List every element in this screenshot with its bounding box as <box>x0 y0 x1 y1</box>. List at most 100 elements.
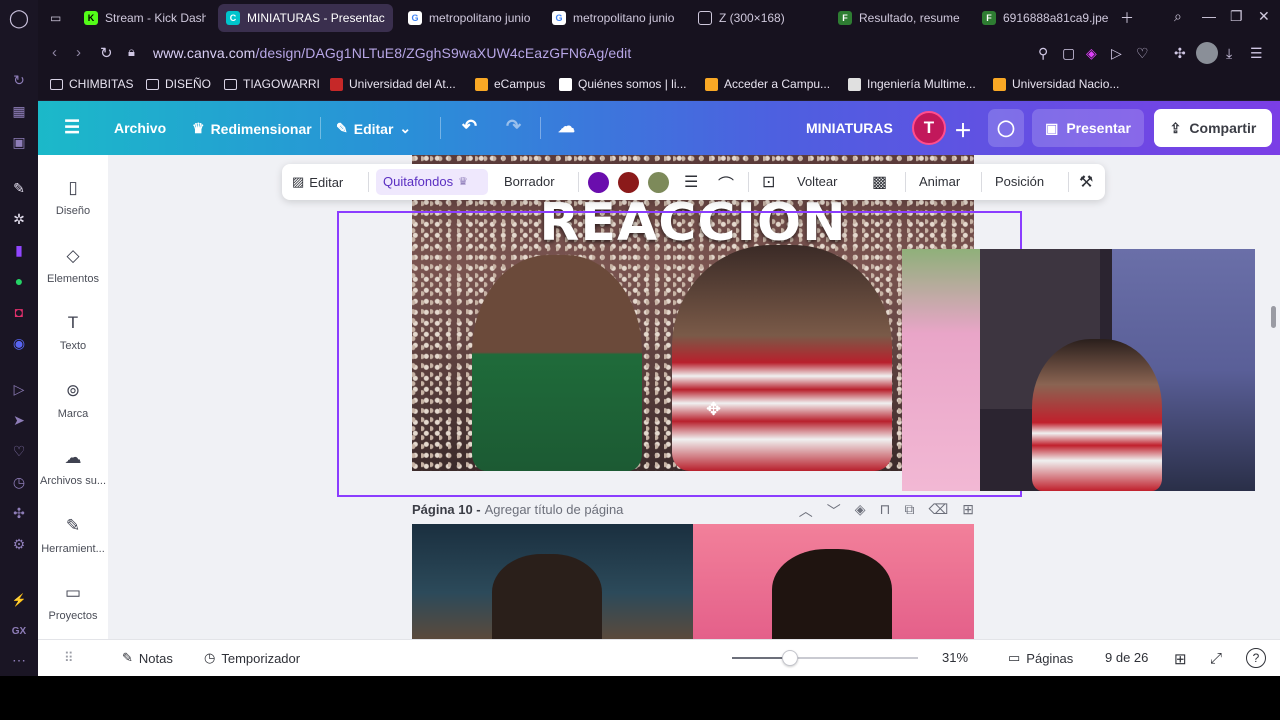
avatar[interactable]: T <box>912 111 946 145</box>
tab-fm-2[interactable]: F 6916888a81ca9.jpe <box>974 4 1114 32</box>
cloud-saved-icon[interactable]: ☁ <box>558 117 575 137</box>
side-item-herramientas[interactable]: ✎ Herramient... <box>38 515 108 555</box>
comment-button[interactable]: ◯ <box>988 109 1024 147</box>
page-title-input[interactable]: Agregar título de página <box>485 502 624 517</box>
transparency-icon[interactable]: ▩ <box>872 172 887 192</box>
side-item-texto[interactable]: T Texto <box>38 312 108 352</box>
editar-menu-button[interactable]: ✎ Editar ⌄ <box>336 120 411 137</box>
tab-menu-icon[interactable]: ▭ <box>42 4 68 32</box>
chevron-down-icon[interactable]: ﹀ <box>827 501 841 521</box>
close-icon[interactable]: ✕ <box>1258 8 1270 25</box>
zoom-slider[interactable] <box>732 650 918 666</box>
send-icon[interactable]: ➤ <box>9 410 29 430</box>
trash-icon[interactable]: ⌫ <box>928 501 948 521</box>
bookmark-link[interactable]: Universidad Nacio... <box>993 77 1119 91</box>
grid-view-icon[interactable]: ⠿ <box>64 650 74 666</box>
history-icon[interactable]: ↻ <box>9 70 29 90</box>
opera-logo-icon[interactable]: ◯ <box>9 8 29 28</box>
posicion-button[interactable]: Posición <box>995 174 1044 189</box>
grid-icon[interactable]: ⊞ <box>1174 650 1187 668</box>
gx-corner-icon[interactable]: ⚡ <box>9 590 29 610</box>
color-swatch-purple[interactable] <box>588 172 609 193</box>
compartir-button[interactable]: ⇪ Compartir <box>1154 109 1272 147</box>
editar-image-button[interactable]: ▨ Editar <box>292 174 343 190</box>
archivo-button[interactable]: Archivo <box>114 120 166 136</box>
heart-icon[interactable]: ♡ <box>9 441 29 461</box>
bookmark-link[interactable]: Ingeniería Multime... <box>848 77 976 91</box>
menu-icon[interactable]: ☰ <box>1250 45 1263 62</box>
add-page-icon[interactable]: ⊞ <box>962 501 974 521</box>
more-icon[interactable]: ⋯ <box>9 650 29 670</box>
vpn-icon[interactable]: ◈ <box>1086 45 1097 62</box>
gx-icon[interactable]: GX <box>9 621 29 641</box>
tab-image[interactable]: Z (300×168) <box>690 4 830 32</box>
tab-kick[interactable]: K Stream - Kick Dash <box>76 4 206 32</box>
hamburger-icon[interactable]: ☰ <box>64 117 80 138</box>
tab-canva[interactable]: C MINIATURAS - Presentac <box>218 4 393 32</box>
color-swatch-red[interactable] <box>618 172 639 193</box>
clock-icon[interactable]: ◷ <box>9 472 29 492</box>
bookmark-link[interactable]: Universidad del At... <box>330 77 456 91</box>
notas-button[interactable]: ✎ Notas <box>122 650 173 666</box>
pinboard-icon[interactable]: ✎ <box>9 178 29 198</box>
url-field[interactable]: www.canva.com/design/DAGg1NLTuE8/ZGghS9w… <box>153 45 631 61</box>
voltear-button[interactable]: Voltear <box>797 174 837 189</box>
design-title[interactable]: MINIATURAS <box>806 120 893 136</box>
chatgpt-icon[interactable]: ✲ <box>9 209 29 229</box>
paginas-button[interactable]: ▭ Páginas <box>1008 650 1073 666</box>
extensions-icon[interactable]: ✣ <box>9 503 29 523</box>
side-item-proyectos[interactable]: ▭ Proyectos <box>38 582 108 622</box>
presentar-button[interactable]: ▣ Presentar <box>1032 109 1144 147</box>
border-style-icon[interactable]: ☰ <box>684 172 698 192</box>
new-tab-icon[interactable]: ＋ <box>1120 8 1134 28</box>
lock-icon[interactable]: ⊓ <box>880 501 891 521</box>
bookmark-folder[interactable]: TIAGOWARRI <box>224 77 320 91</box>
zoom-slider-handle[interactable] <box>781 650 798 666</box>
player-icon[interactable]: ▷ <box>9 379 29 399</box>
bookmark-link[interactable]: Quiénes somos | li... <box>559 77 687 91</box>
back-icon[interactable]: ‹ <box>52 44 57 61</box>
quitafondos-button[interactable]: Quitafondos ♛ <box>383 174 468 189</box>
instagram-icon[interactable]: ◘ <box>9 302 29 322</box>
canvas-area[interactable]: REACCION ✥ Página 10 - Agregar título de… <box>108 155 1280 639</box>
pin-icon[interactable]: ⚲ <box>1038 45 1048 62</box>
search-icon[interactable]: ⌕ <box>1174 8 1182 25</box>
bookmark-folder[interactable]: DISEÑO <box>146 77 211 91</box>
chevron-up-icon[interactable]: ︿ <box>799 501 813 521</box>
hide-icon[interactable]: ◈ <box>855 501 866 521</box>
reload-icon[interactable]: ↻ <box>100 44 113 62</box>
tab-fm-1[interactable]: F Resultado, resume <box>830 4 970 32</box>
borrador-button[interactable]: Borrador <box>504 174 555 189</box>
scrollbar-thumb[interactable] <box>1271 306 1276 328</box>
snapshot-icon[interactable]: ▢ <box>1062 45 1075 62</box>
corner-rounding-icon[interactable]: ⌒ <box>718 171 734 195</box>
fullscreen-icon[interactable]: ⤢ <box>1210 650 1222 667</box>
side-item-archivos[interactable]: ☁ Archivos su... <box>38 447 108 487</box>
bookmark-folder[interactable]: CHIMBITAS <box>50 77 133 91</box>
play-icon[interactable]: ▷ <box>1111 45 1122 62</box>
profile-avatar[interactable] <box>1196 42 1218 64</box>
add-collaborator-icon[interactable]: ＋ <box>954 117 972 143</box>
bookmark-link[interactable]: Acceder a Campu... <box>705 77 830 91</box>
forward-icon[interactable]: › <box>76 44 81 61</box>
heart-icon[interactable]: ♡ <box>1136 45 1149 62</box>
help-icon[interactable]: ? <box>1246 648 1266 668</box>
discord-icon[interactable]: ◉ <box>9 333 29 353</box>
settings-icon[interactable]: ⚙ <box>9 534 29 554</box>
bookmark-link[interactable]: eCampus <box>475 77 545 91</box>
twitch-icon[interactable]: ▮ <box>9 240 29 260</box>
tab-google-1[interactable]: G metropolitano junio <box>400 4 540 32</box>
whatsapp-icon[interactable]: ● <box>9 271 29 291</box>
side-item-elementos[interactable]: ◇ Elementos <box>38 245 108 285</box>
color-swatch-olive[interactable] <box>648 172 669 193</box>
paint-roller-icon[interactable]: ⚒ <box>1079 172 1093 192</box>
duplicate-icon[interactable]: ⧉ <box>904 501 914 521</box>
side-item-marca[interactable]: ⊚ Marca <box>38 380 108 420</box>
zoom-level[interactable]: 31% <box>942 650 968 665</box>
download-icon[interactable]: ⤓ <box>1226 45 1232 62</box>
extensions-icon[interactable]: ✣ <box>1174 45 1186 62</box>
minimize-icon[interactable]: — <box>1202 8 1216 24</box>
animar-button[interactable]: Animar <box>919 174 960 189</box>
temporizador-button[interactable]: ◷ Temporizador <box>204 650 300 666</box>
maximize-icon[interactable]: ❐ <box>1230 8 1243 25</box>
